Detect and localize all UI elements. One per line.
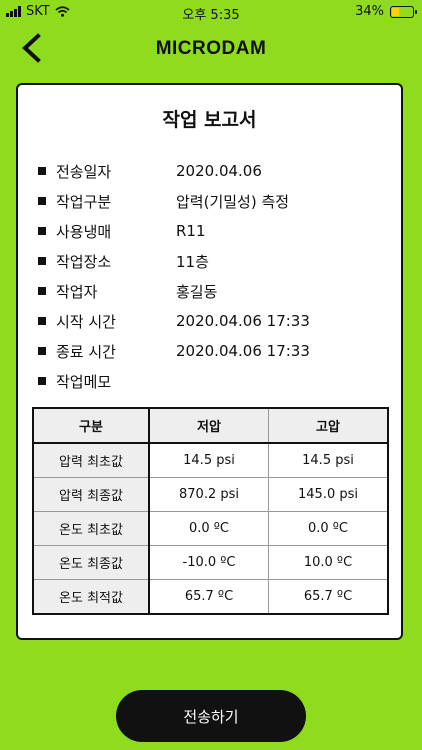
report-field-row: 작업자 홍길동 bbox=[38, 276, 401, 306]
app-header: MICRODAM bbox=[0, 28, 422, 68]
measurement-table: 구분 저압 고압 압력 최초값 14.5 psi 14.5 psi 압력 최종값 870… bbox=[32, 407, 389, 615]
app-logo: MICRODAM bbox=[155, 38, 267, 59]
table-header: 고압 bbox=[268, 407, 389, 444]
report-field-row: 시작 시간 2020.04.06 17:33 bbox=[38, 306, 401, 336]
table-header: 구분 bbox=[32, 407, 150, 444]
bullet-icon bbox=[38, 227, 46, 235]
table-cell: -10.0 ºC bbox=[148, 545, 269, 580]
field-label: 작업구분 bbox=[56, 192, 112, 211]
field-label: 작업장소 bbox=[56, 252, 112, 271]
field-value: 2020.04.06 bbox=[176, 162, 262, 180]
table-cell: 65.7 ºC bbox=[148, 579, 269, 615]
send-button[interactable]: 전송하기 bbox=[116, 690, 306, 742]
report-field-row: 작업장소 11층 bbox=[38, 246, 401, 276]
table-row-label: 압력 최종값 bbox=[32, 477, 150, 512]
report-field-row: 종료 시간 2020.04.06 17:33 bbox=[38, 336, 401, 366]
bullet-icon bbox=[38, 167, 46, 175]
table-cell: 0.0 ºC bbox=[148, 511, 269, 546]
table-row-label: 온도 최종값 bbox=[32, 545, 150, 580]
table-row-label: 온도 최초값 bbox=[32, 511, 150, 546]
table-cell: 14.5 psi bbox=[268, 442, 389, 478]
table-header: 저압 bbox=[148, 407, 269, 444]
table-cell: 145.0 psi bbox=[268, 477, 389, 512]
field-value: 홍길동 bbox=[176, 282, 218, 301]
status-bar: SKT 오후 5:35 34% bbox=[0, 0, 422, 23]
report-title: 작업 보고서 bbox=[162, 109, 257, 131]
table-row: 압력 최초값 14.5 psi 14.5 psi bbox=[32, 442, 389, 478]
report-field-row: 작업메모 bbox=[38, 366, 401, 396]
report-card: 작업 보고서 전송일자 2020.04.06 작업구분 압력(기밀성) 측정사용냉매 R… bbox=[16, 83, 403, 640]
table-cell: 870.2 psi bbox=[148, 477, 269, 512]
table-cell: 0.0 ºC bbox=[268, 511, 389, 546]
bullet-icon bbox=[38, 257, 46, 265]
field-value: R11 bbox=[176, 222, 206, 240]
field-label: 종료 시간 bbox=[56, 342, 116, 361]
field-label: 전송일자 bbox=[56, 162, 112, 181]
table-cell: 14.5 psi bbox=[148, 442, 269, 478]
table-row-label: 압력 최초값 bbox=[32, 442, 150, 478]
table-row: 온도 최초값 0.0 ºC 0.0 ºC bbox=[32, 511, 389, 546]
report-field-row: 사용냉매 R11 bbox=[38, 216, 401, 246]
table-row: 온도 최적값 65.7 ºC 65.7 ºC bbox=[32, 579, 389, 615]
table-row: 온도 최종값 -10.0 ºC 10.0 ºC bbox=[32, 545, 389, 580]
field-value: 2020.04.06 17:33 bbox=[176, 312, 310, 330]
field-label: 작업메모 bbox=[56, 372, 112, 391]
bullet-icon bbox=[38, 317, 46, 325]
table-row-label: 온도 최적값 bbox=[32, 579, 150, 615]
bullet-icon bbox=[38, 377, 46, 385]
field-label: 사용냉매 bbox=[56, 222, 112, 241]
field-label: 시작 시간 bbox=[56, 312, 116, 331]
table-cell: 10.0 ºC bbox=[268, 545, 389, 580]
report-field-row: 작업구분 압력(기밀성) 측정 bbox=[38, 186, 401, 216]
report-field-list: 전송일자 2020.04.06 작업구분 압력(기밀성) 측정사용냉매 R11 작업장소 1… bbox=[38, 156, 401, 396]
field-value: 11층 bbox=[176, 252, 209, 271]
bullet-icon bbox=[38, 287, 46, 295]
battery-percent: 34% bbox=[355, 4, 384, 19]
bullet-icon bbox=[38, 197, 46, 205]
field-label: 작업자 bbox=[56, 282, 98, 301]
table-cell: 65.7 ºC bbox=[268, 579, 389, 615]
battery-icon bbox=[390, 5, 417, 18]
bullet-icon bbox=[38, 347, 46, 355]
field-value: 2020.04.06 17:33 bbox=[176, 342, 310, 360]
table-row: 압력 최종값 870.2 psi 145.0 psi bbox=[32, 477, 389, 512]
report-field-row: 전송일자 2020.04.06 bbox=[38, 156, 401, 186]
field-value: 압력(기밀성) 측정 bbox=[176, 192, 290, 211]
